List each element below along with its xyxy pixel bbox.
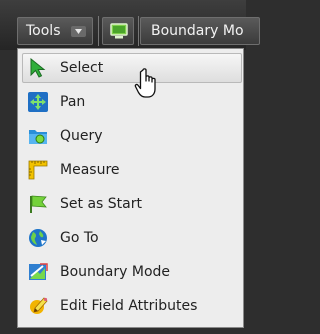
toolbar: Tools Boundary Mo bbox=[0, 0, 260, 50]
menu-item-label: Boundary Mode bbox=[60, 264, 171, 280]
menu-item-label: Query bbox=[60, 128, 103, 144]
menu-item-measure[interactable]: Measure bbox=[22, 155, 242, 185]
tools-dropdown-menu: Select Pan Query Measure Set as Start Go… bbox=[17, 48, 244, 328]
menu-item-select[interactable]: Select bbox=[22, 53, 242, 83]
query-folder-icon bbox=[29, 130, 47, 144]
tools-menu-button[interactable]: Tools bbox=[17, 17, 93, 45]
screen-button[interactable] bbox=[102, 17, 134, 45]
select-arrow-icon bbox=[30, 58, 46, 78]
boundary-mode-button[interactable]: Boundary Mo bbox=[140, 17, 260, 45]
menu-item-pan[interactable]: Pan bbox=[22, 87, 242, 117]
chevron-down-icon bbox=[71, 26, 86, 37]
menu-item-edit-field-attributes[interactable]: Edit Field Attributes bbox=[22, 291, 242, 321]
boundary-map-icon bbox=[29, 263, 48, 280]
menu-item-boundary-mode[interactable]: Boundary Mode bbox=[22, 257, 242, 287]
menu-item-label: Measure bbox=[60, 162, 120, 178]
hand-pointer-cursor-icon bbox=[134, 68, 156, 98]
tools-button-label: Tools bbox=[26, 23, 61, 39]
flag-icon bbox=[30, 195, 47, 213]
toolbar-divider bbox=[98, 16, 99, 46]
menu-item-label: Select bbox=[60, 60, 104, 76]
menu-item-label: Edit Field Attributes bbox=[60, 298, 198, 314]
menu-item-go-to[interactable]: Go To bbox=[22, 223, 242, 253]
menu-item-query[interactable]: Query bbox=[22, 121, 242, 151]
globe-icon bbox=[29, 229, 47, 247]
monitor-icon bbox=[110, 23, 128, 39]
pan-arrows-icon bbox=[28, 92, 48, 112]
ruler-icon bbox=[28, 160, 48, 180]
menu-item-label: Pan bbox=[60, 94, 86, 110]
toolbar-divider bbox=[138, 16, 139, 46]
boundary-button-label: Boundary Mo bbox=[151, 23, 244, 39]
menu-item-label: Set as Start bbox=[60, 196, 142, 212]
menu-item-label: Go To bbox=[60, 230, 99, 246]
menu-item-set-as-start[interactable]: Set as Start bbox=[22, 189, 242, 219]
pencil-edit-icon bbox=[30, 297, 48, 314]
